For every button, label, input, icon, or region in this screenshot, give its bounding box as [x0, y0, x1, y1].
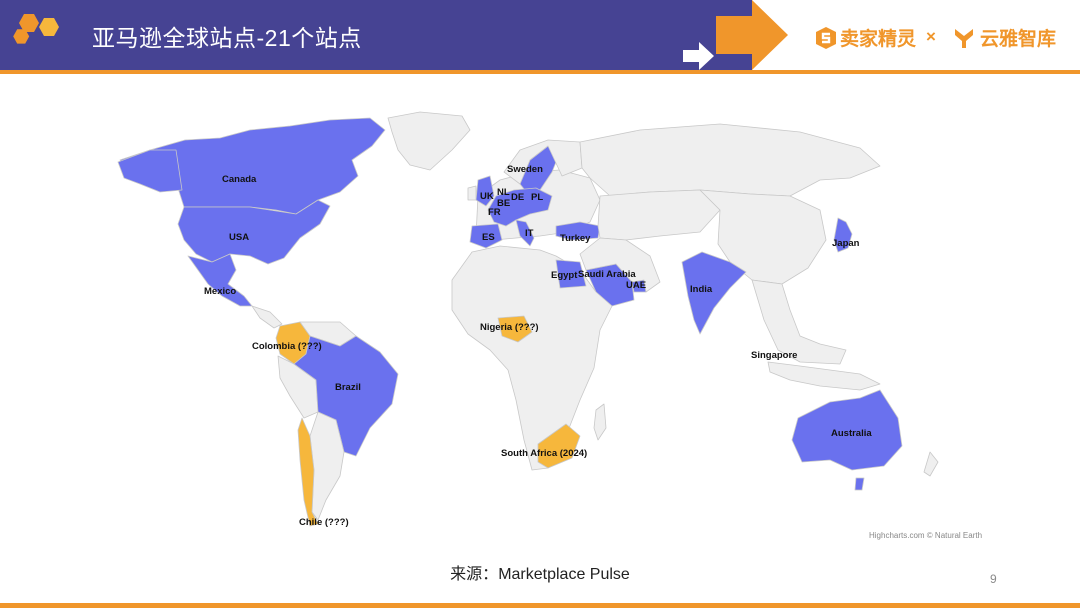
source-label: 来源： — [450, 566, 499, 583]
page-title: 亚马逊全球站点-21个站点 — [92, 25, 362, 51]
page-number: 9 — [990, 572, 997, 586]
central-america-region — [251, 305, 283, 329]
label-es: ES — [482, 232, 495, 243]
brand-separator: × — [926, 27, 936, 46]
arrow-right-icon — [716, 0, 788, 70]
label-fr: FR — [488, 207, 501, 218]
source-line: 来源：Marketplace Pulse — [0, 560, 1080, 584]
greenland-region — [387, 111, 471, 171]
seller-sprite-logo-icon — [816, 27, 836, 49]
label-south-africa: South Africa (2024) — [501, 448, 587, 459]
label-de: DE — [511, 192, 524, 203]
label-india: India — [690, 284, 713, 295]
label-it: IT — [525, 228, 534, 239]
new-zealand-region — [923, 451, 939, 477]
brand-yunya: 云雅智库 — [980, 29, 1057, 50]
indonesia-region — [767, 361, 881, 391]
source-value: Marketplace Pulse — [498, 566, 630, 583]
alaska-region — [117, 149, 183, 193]
label-nl: NL — [497, 187, 510, 198]
madagascar-region — [593, 403, 607, 441]
map-credit: Highcharts.com © Natural Earth — [869, 531, 983, 540]
label-singapore: Singapore — [751, 350, 797, 361]
label-japan: Japan — [832, 238, 860, 249]
header-rule — [0, 70, 1080, 74]
label-sweden: Sweden — [507, 164, 543, 175]
label-uae: UAE — [626, 280, 646, 291]
label-brazil: Brazil — [335, 382, 361, 393]
ireland-region — [467, 185, 477, 201]
hexagon-logo-icon — [13, 14, 59, 44]
label-canada: Canada — [222, 174, 257, 185]
label-egypt: Egypt — [551, 270, 578, 281]
world-map: Canada USA Mexico Brazil Colombia (???) … — [117, 111, 939, 528]
footer-rule — [0, 603, 1080, 608]
label-uk: UK — [480, 191, 494, 202]
region-usa — [177, 199, 331, 265]
label-colombia: Colombia (???) — [252, 341, 322, 352]
central-asia-region — [597, 189, 721, 241]
label-mexico: Mexico — [204, 286, 236, 297]
label-saudi-arabia: Saudi Arabia — [578, 269, 636, 280]
arrow-right-small-icon — [683, 42, 714, 70]
label-usa: USA — [229, 232, 249, 243]
label-pl: PL — [531, 192, 543, 203]
label-chile: Chile (???) — [299, 517, 349, 528]
label-australia: Australia — [831, 428, 872, 439]
tasmania-region — [854, 477, 865, 491]
yunya-logo-icon — [955, 29, 973, 48]
brand-seller-sprite: 卖家精灵 — [840, 29, 917, 50]
slide-header: 亚马逊全球站点-21个站点 卖家精灵 × 云雅智库 — [0, 0, 1080, 72]
label-turkey: Turkey — [560, 233, 591, 244]
region-mexico — [187, 253, 253, 307]
label-nigeria: Nigeria (???) — [480, 322, 539, 333]
russia-region — [579, 123, 881, 197]
